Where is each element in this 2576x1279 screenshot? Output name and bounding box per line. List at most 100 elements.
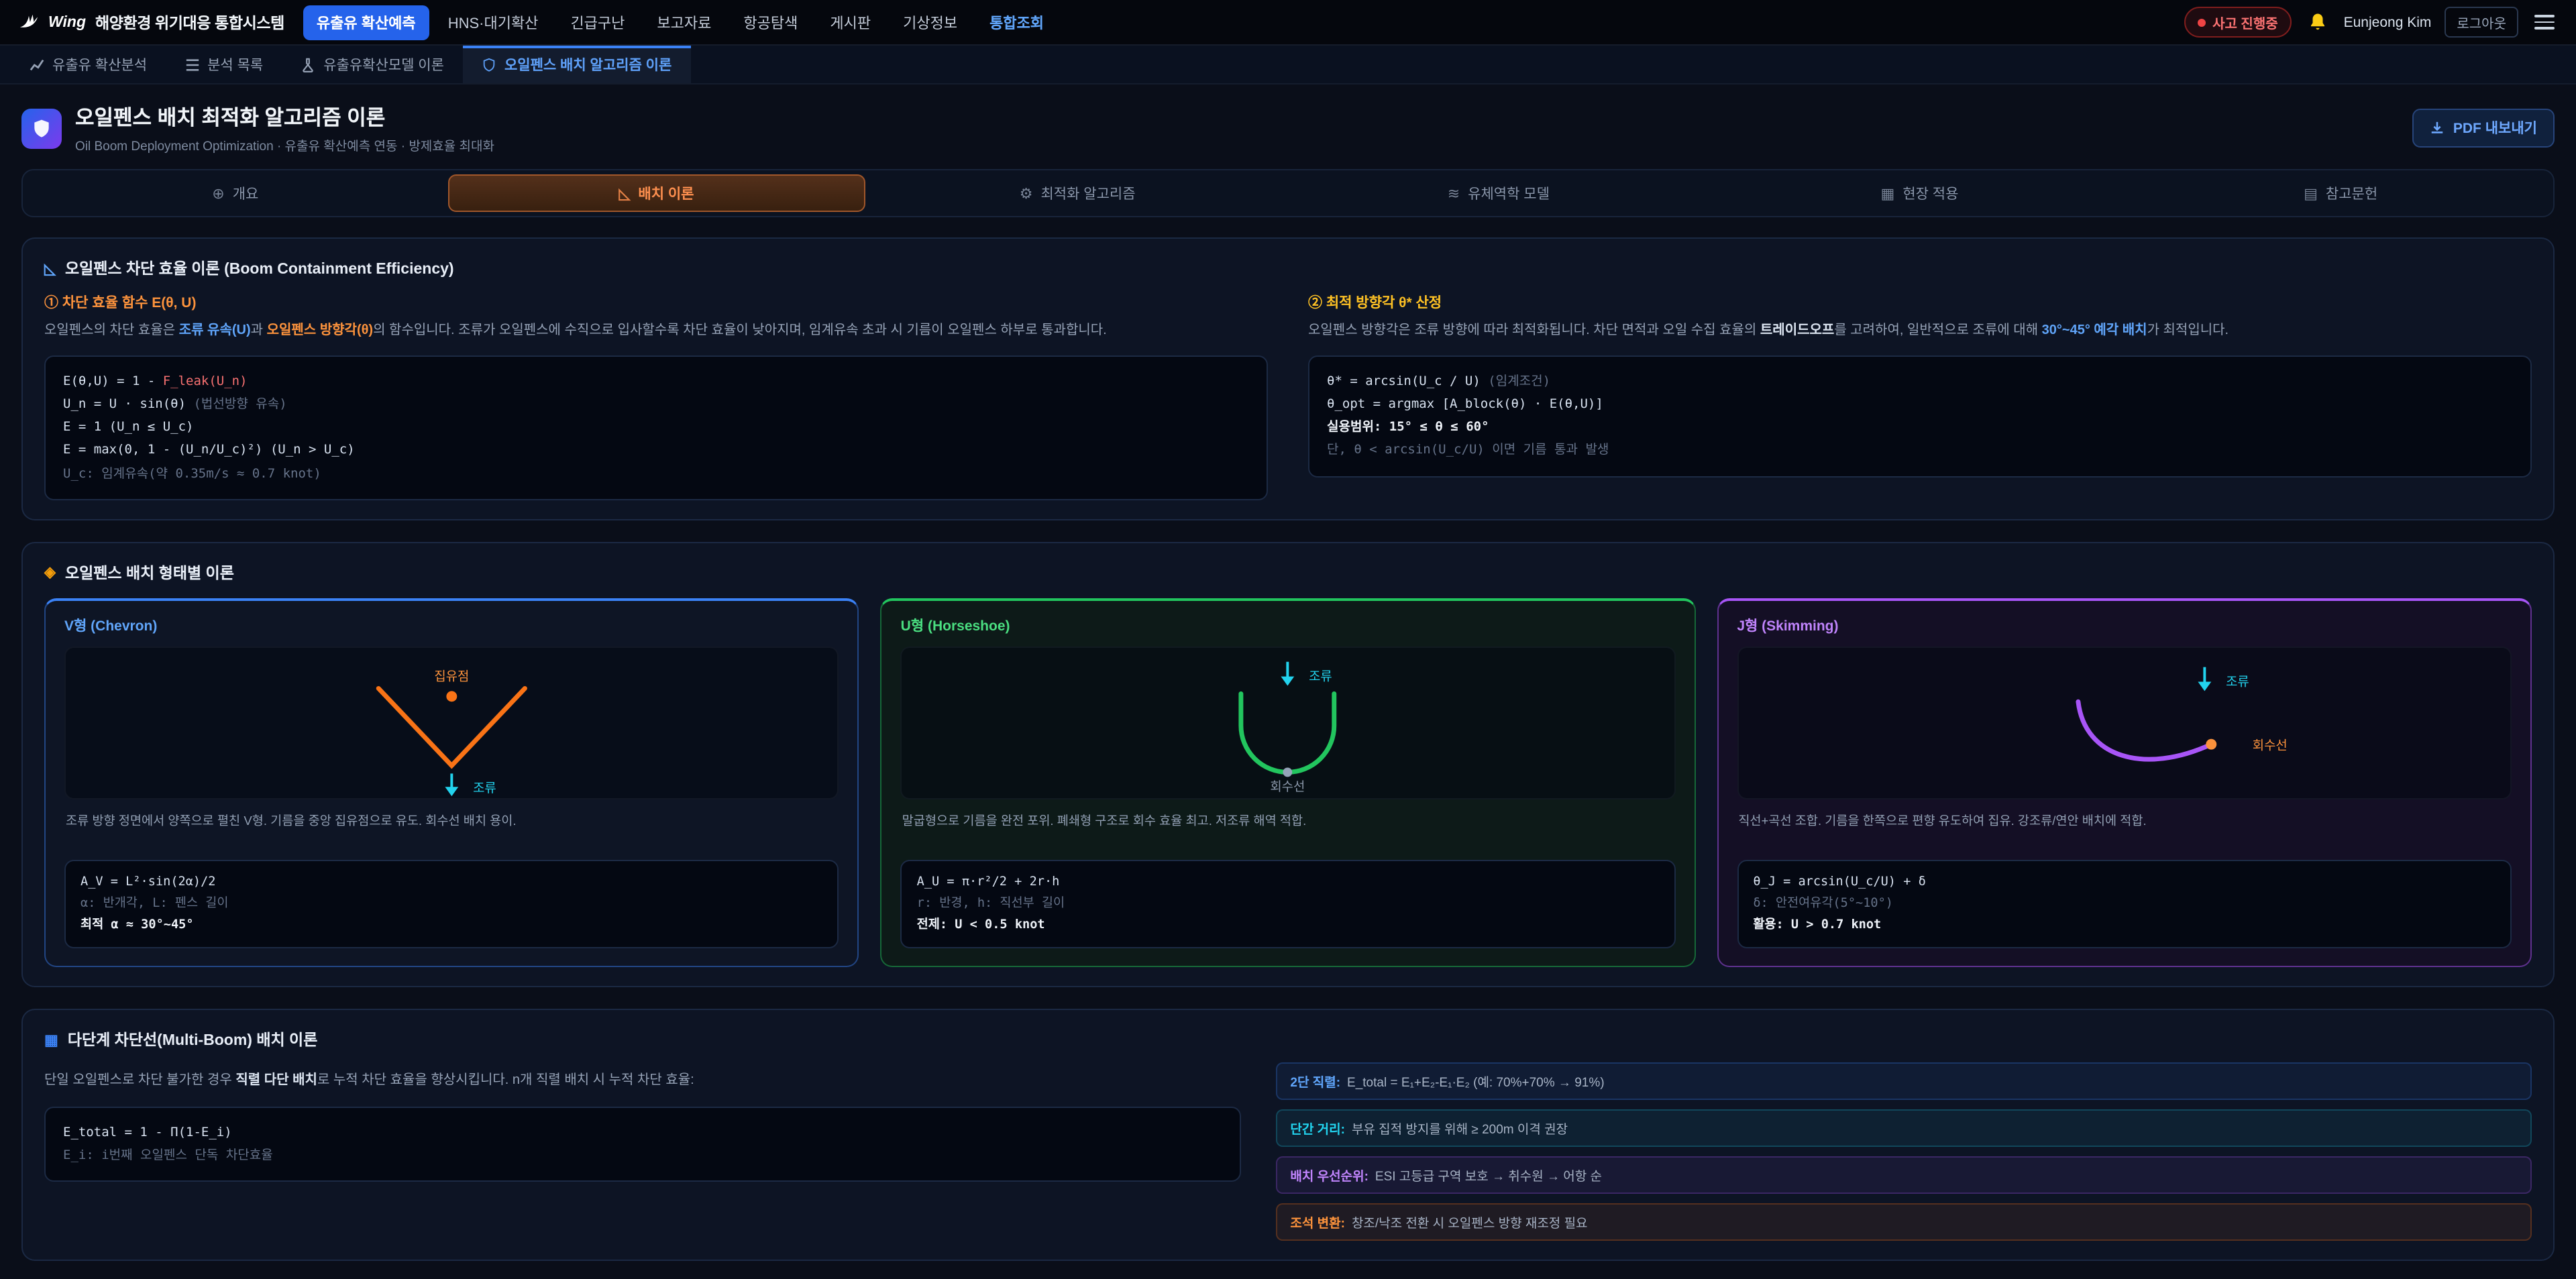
formula-line: θ* = arcsin(U_c / U) (임계조건): [1327, 370, 2513, 393]
nav-item-reports[interactable]: 보고자료: [643, 5, 724, 40]
formula-line: θ_opt = argmax [A_block(θ) · E(θ,U)]: [1327, 394, 2513, 416]
nav-item-emergency-rescue[interactable]: 긴급구난: [557, 5, 638, 40]
formula-line: 전제: U < 0.5 knot: [917, 915, 1660, 937]
note-value: 창조/낙조 전환 시 오일펜스 방향 재조정 필요: [1352, 1213, 1588, 1232]
tab-diffusion-model-theory[interactable]: 유출유확산모델 이론: [282, 46, 463, 83]
bell-icon: [2308, 12, 2328, 32]
efficiency-formula-block: E(θ,U) = 1 - F_leak(U_n) U_n = U · sin(θ…: [44, 355, 1268, 500]
panel-title-text: 다단계 차단선(Multi-Boom) 배치 이론: [68, 1030, 318, 1051]
card-title: U형 (Horseshoe): [901, 615, 1676, 635]
section-tab-label: 개요: [233, 183, 259, 203]
multiboom-description: 단일 오일펜스로 차단 불가한 경우 직렬 다단 배치로 누적 차단 효율을 향…: [44, 1071, 1240, 1093]
brand: Wing 해양환경 위기대응 통합시스템: [19, 11, 284, 33]
panel-title: ◺ 오일펜스 차단 효율 이론 (Boom Containment Effici…: [44, 258, 2532, 279]
formula-line: A_U = π·r²/2 + 2r·h: [917, 871, 1660, 893]
section-tab-field-application[interactable]: ▦ 현장 적용: [1711, 174, 2129, 212]
section-tab-references[interactable]: ▤ 참고문헌: [2132, 174, 2549, 212]
topbar-right: 사고 진행중 Eunjeong Kim 로그아웃: [2184, 7, 2557, 38]
card-formula-block: θ_J = arcsin(U_c/U) + δ δ: 안전여유각(5°~10°)…: [1737, 859, 2512, 949]
secondary-tab-bar: 유출유 확산분석 분석 목록 유출유확산모델 이론 오일펜스 배치 알고리즘 이…: [0, 46, 2576, 85]
gear-icon: ⚙: [1020, 184, 1033, 202]
tab-label: 유출유 확산분석: [52, 54, 147, 74]
globe-icon: ⊕: [212, 184, 224, 202]
nav-item-weather[interactable]: 기상정보: [890, 5, 971, 40]
section-tab-label: 참고문헌: [2326, 183, 2377, 203]
collection-point-dot: [446, 691, 457, 702]
efficiency-function-heading: ① 차단 효율 함수 E(θ, U): [44, 292, 1268, 313]
shield-icon: [482, 57, 496, 72]
formula-comment: δ: 안전여유각(5°~10°): [1753, 893, 2496, 915]
efficiency-left-column: ① 차단 효율 함수 E(θ, U) 오일펜스의 차단 효율은 조류 유속(U)…: [44, 292, 1268, 500]
incident-badge-label: 사고 진행중: [2212, 12, 2278, 32]
note-label: 배치 우선순위:: [1290, 1166, 1368, 1185]
shape-cards: V형 (Chevron) 집유점 조류 조류 방향 정면에서 양쪽으로 펼친 V…: [44, 598, 2532, 968]
note-spacing: 단간 거리: 부유 집적 방지를 위해 ≥ 200m 이격 권장: [1275, 1110, 2532, 1148]
card-formula-block: A_U = π·r²/2 + 2r·h r: 반경, h: 직선부 길이 전제:…: [901, 859, 1676, 949]
note-value: 부유 집적 방지를 위해 ≥ 200m 이격 권장: [1352, 1119, 1568, 1138]
section-tab-optimization-algorithm[interactable]: ⚙ 최적화 알고리즘: [869, 174, 1286, 212]
logo-wordmark: Wing: [48, 14, 86, 30]
formula-line: 최적 α ≈ 30°~45°: [80, 915, 823, 937]
card-formula-block: A_V = L²·sin(2α)/2 α: 반개각, L: 펜스 길이 최적 α…: [64, 859, 839, 949]
card-v-chevron: V형 (Chevron) 집유점 조류 조류 방향 정면에서 양쪽으로 펼친 V…: [44, 598, 859, 968]
efficiency-function-description: 오일펜스의 차단 효율은 조류 유속(U)과 오일펜스 방향각(θ)의 함수입니…: [44, 321, 1268, 342]
nav-item-integrated-search[interactable]: 통합조회: [976, 5, 1057, 40]
section-tab-overview[interactable]: ⊕ 개요: [27, 174, 444, 212]
note-label: 단간 거리:: [1290, 1119, 1345, 1138]
nav-item-board[interactable]: 게시판: [816, 5, 884, 40]
hamburger-menu-button[interactable]: [2532, 9, 2557, 36]
nav-item-spill-prediction[interactable]: 유출유 확산예측: [303, 5, 429, 40]
section-tabs: ⊕ 개요 ◺ 배치 이론 ⚙ 최적화 알고리즘 ≋ 유체역학 모델 ▦ 현장 적…: [21, 169, 2555, 217]
formula-comment: 단, θ < arcsin(U_c/U) 이면 기름 통과 발생: [1327, 439, 2513, 462]
panel-title: ◈ 오일펜스 배치 형태별 이론: [44, 561, 2532, 583]
text: 단일 오일펜스로 차단 불가한 경우: [44, 1074, 235, 1089]
multiboom-notes: 2단 직렬: E_total = E₁+E₂-E₁·E₂ (예: 70%+70%…: [1275, 1063, 2532, 1241]
top-navigation-bar: Wing 해양환경 위기대응 통합시스템 유출유 확산예측 HNS·대기확산 긴…: [0, 0, 2576, 46]
logout-button[interactable]: 로그아웃: [2445, 7, 2518, 38]
pdf-export-button[interactable]: PDF 내보내기: [2413, 109, 2555, 148]
ruler-icon: ◺: [44, 260, 56, 277]
wing-logo-icon: [19, 12, 39, 32]
nav-item-aerial-search[interactable]: 항공탐색: [730, 5, 811, 40]
flask-icon: [301, 57, 315, 72]
formula-comment: r: 반경, h: 직선부 길이: [917, 893, 1660, 915]
section-tab-label: 최적화 알고리즘: [1040, 183, 1135, 203]
notifications-button[interactable]: [2305, 9, 2330, 35]
card-title: J형 (Skimming): [1737, 615, 2512, 635]
section-tab-deployment-theory[interactable]: ◺ 배치 이론: [448, 174, 865, 212]
optimal-angle-formula-block: θ* = arcsin(U_c / U) (임계조건) θ_opt = argm…: [1308, 355, 2532, 477]
note-tide-change: 조석 변환: 창조/낙조 전환 시 오일펜스 방향 재조정 필요: [1275, 1204, 2532, 1241]
card-u-horseshoe: U형 (Horseshoe) 조류 회수선 말굽형으로 기름을 완전 포위. 폐…: [881, 598, 1696, 968]
nav-item-hns-atmospheric[interactable]: HNS·대기확산: [435, 5, 552, 40]
tab-spill-analysis[interactable]: 유출유 확산분석: [11, 46, 166, 83]
highlight-angle-range: 30°~45° 예각 배치: [2042, 323, 2147, 338]
ruler-icon: ◺: [619, 184, 630, 202]
card-description: 말굽형으로 기름을 완전 포위. 폐쇄형 구조로 회수 효율 최고. 저조류 해…: [902, 811, 1674, 847]
note-value: E_total = E₁+E₂-E₁·E₂ (예: 70%+70% → 91%): [1347, 1072, 1605, 1091]
section-tab-label: 유체역학 모델: [1468, 183, 1550, 203]
tab-boom-algorithm-theory[interactable]: 오일펜스 배치 알고리즘 이론: [463, 46, 690, 83]
boom-efficiency-panel: ◺ 오일펜스 차단 효율 이론 (Boom Containment Effici…: [21, 237, 2555, 520]
incident-status-badge[interactable]: 사고 진행중: [2184, 7, 2292, 38]
note-serial-two-stage: 2단 직렬: E_total = E₁+E₂-E₁·E₂ (예: 70%+70%…: [1275, 1063, 2532, 1101]
user-name: Eunjeong Kim: [2344, 14, 2432, 30]
card-j-skimming: J형 (Skimming) 조류 회수선 직선+곡선 조합. 기름을 한쪽으로 …: [1717, 598, 2532, 968]
formula-line: A_V = L²·sin(2α)/2: [80, 871, 823, 893]
page-subtitle: Oil Boom Deployment Optimization · 유출유 확…: [75, 135, 494, 154]
app-root: Wing 해양환경 위기대응 통합시스템 유출유 확산예측 HNS·대기확산 긴…: [0, 0, 2576, 1279]
section-tab-hydrodynamic-model[interactable]: ≋ 유체역학 모델: [1290, 174, 1707, 212]
diamond-icon: ◈: [44, 563, 56, 581]
formula-line: E = max(0, 1 - (U_n/U_c)²) (U_n > U_c): [63, 439, 1249, 462]
panel-title: ▦ 다단계 차단선(Multi-Boom) 배치 이론: [44, 1030, 2532, 1051]
list-icon: [184, 57, 199, 72]
tab-label: 분석 목록: [207, 54, 263, 74]
tab-analysis-list[interactable]: 분석 목록: [166, 46, 282, 83]
card-title: V형 (Chevron): [64, 615, 839, 635]
text: 오일펜스 방향각은 조류 방향에 따라 최적화됩니다. 차단 면적과 오일 수집…: [1308, 323, 1760, 338]
text: 과: [251, 323, 267, 338]
text: 의 함수입니다. 조류가 오일펜스에 수직으로 입사할수록 차단 효율이 낮아지…: [373, 323, 1107, 338]
multiboom-formula-block: E_total = 1 - Π(1-E_i) E_i: i번째 오일펜스 단독 …: [44, 1106, 1240, 1181]
multiboom-left-column: 단일 오일펜스로 차단 불가한 경우 직렬 다단 배치로 누적 차단 효율을 향…: [44, 1063, 1240, 1241]
recovery-point-dot: [2206, 738, 2216, 749]
current-arrowhead-icon: [2198, 681, 2211, 691]
